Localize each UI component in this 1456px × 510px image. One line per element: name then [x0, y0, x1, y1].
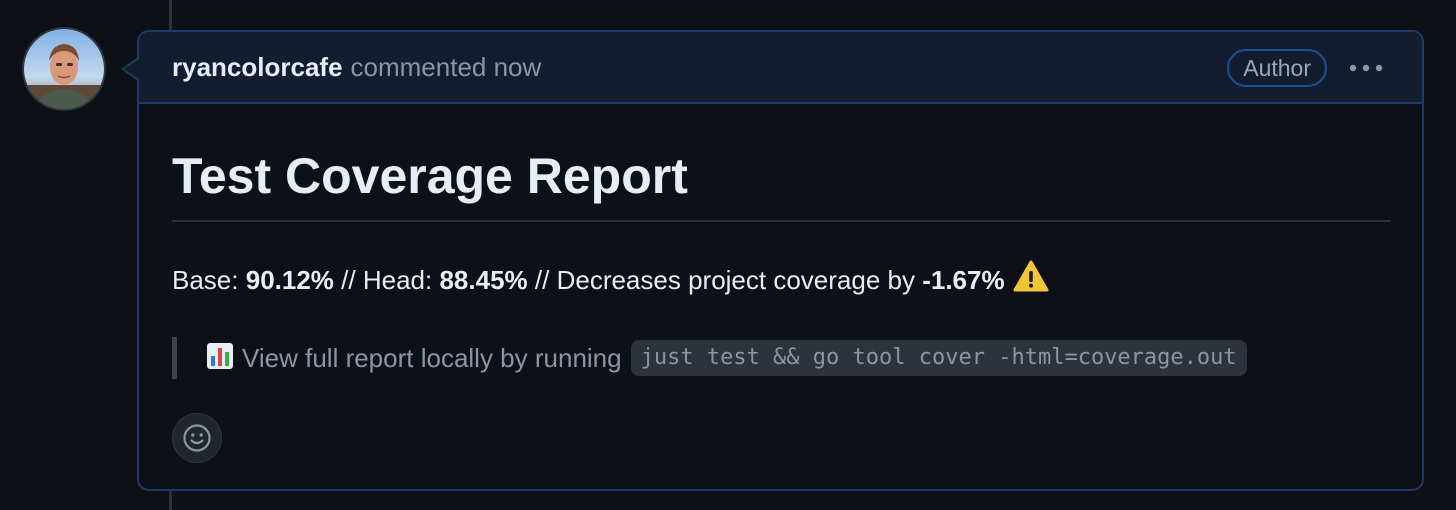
avatar-photo	[24, 29, 104, 109]
warning-icon	[1013, 260, 1049, 299]
report-note-blockquote: View full report locally by running just…	[172, 337, 1391, 379]
separator: //	[534, 264, 550, 295]
head-value: 88.45%	[439, 264, 528, 295]
report-note-text: View full report locally by running	[242, 342, 622, 373]
head-label: Head:	[362, 264, 433, 295]
author-name-link[interactable]: ryancolorcafe	[172, 52, 343, 83]
coverage-summary: Base: 90.12% // Head: 88.45% // Decrease…	[172, 260, 1391, 299]
smiley-icon	[183, 424, 211, 452]
report-title: Test Coverage Report	[172, 104, 1391, 222]
kebab-horizontal-icon	[1349, 64, 1383, 72]
comment-box: ryancolorcafe commented now Author Test …	[137, 30, 1424, 491]
comment-timestamp[interactable]: commented now	[351, 52, 542, 83]
comment-pointer-fill	[124, 59, 139, 79]
more-options-button[interactable]	[1346, 54, 1386, 82]
comment-body: Test Coverage Report Base: 90.12% // Hea…	[139, 104, 1422, 463]
bar-chart-icon	[206, 342, 234, 375]
change-label: Decreases project coverage by	[556, 264, 915, 295]
change-value: -1.67%	[922, 264, 1005, 295]
add-reaction-button[interactable]	[172, 413, 222, 463]
author-badge: Author	[1227, 49, 1327, 87]
comment-header: ryancolorcafe commented now Author	[139, 32, 1422, 104]
base-label: Base:	[172, 264, 239, 295]
separator: //	[341, 264, 356, 295]
base-value: 90.12%	[245, 264, 334, 295]
author-avatar[interactable]	[22, 27, 106, 111]
coverage-command-code: just test && go tool cover -html=coverag…	[630, 340, 1247, 376]
comment-thread: ryancolorcafe commented now Author Test …	[0, 0, 1456, 510]
